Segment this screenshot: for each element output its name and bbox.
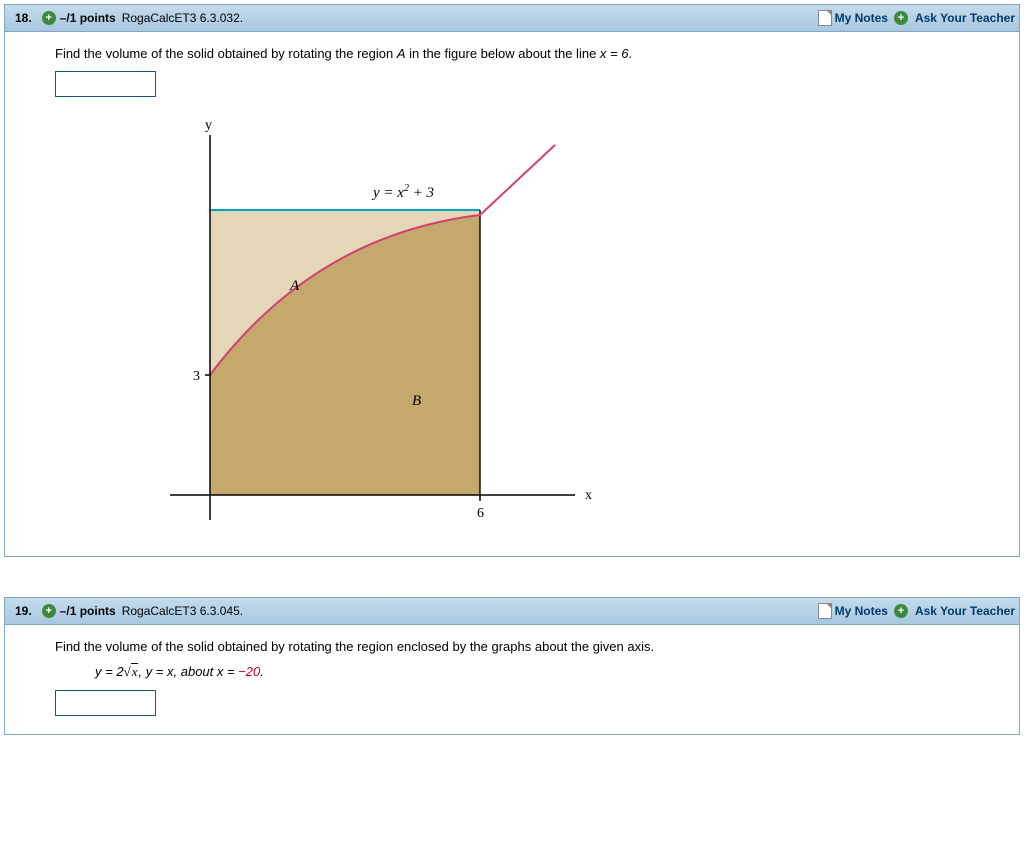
- reference-label: RogaCalcET3 6.3.045.: [122, 604, 243, 618]
- plus-icon: +: [894, 11, 908, 25]
- answer-input[interactable]: [55, 71, 156, 97]
- notes-icon: [818, 10, 832, 26]
- plus-icon[interactable]: +: [42, 11, 56, 25]
- problem-header: 19. + –/1 points RogaCalcET3 6.3.045. My…: [5, 598, 1019, 625]
- region-a-label: A: [289, 278, 300, 294]
- plus-icon: +: [894, 604, 908, 618]
- my-notes-button[interactable]: My Notes: [818, 603, 888, 619]
- header-actions: My Notes + Ask Your Teacher: [818, 603, 1015, 619]
- period: .: [260, 664, 264, 679]
- x-axis-label: x: [585, 488, 592, 503]
- axis-value: −20: [238, 664, 260, 679]
- problem-19: 19. + –/1 points RogaCalcET3 6.3.045. My…: [4, 597, 1020, 735]
- points-label: –/1 points: [60, 604, 116, 618]
- problem-prompt: Find the volume of the solid obtained by…: [55, 639, 969, 654]
- plus-icon[interactable]: +: [42, 604, 56, 618]
- ask-teacher-button[interactable]: + Ask Your Teacher: [894, 604, 1015, 618]
- notes-icon: [818, 603, 832, 619]
- points-label: –/1 points: [60, 11, 116, 25]
- curves-prefix: y = 2: [95, 664, 124, 679]
- y-tick-label: 3: [193, 369, 200, 384]
- problem-number: 19.: [15, 604, 32, 618]
- answer-input[interactable]: [55, 690, 156, 716]
- header-actions: My Notes + Ask Your Teacher: [818, 10, 1015, 26]
- problem-number: 18.: [15, 11, 32, 25]
- y-axis-label: y: [205, 118, 212, 133]
- my-notes-label: My Notes: [835, 604, 888, 618]
- curve-equation-label: y = x2 + 3: [371, 183, 434, 201]
- line-eq: x = 6: [600, 46, 629, 61]
- x-tick-label: 6: [477, 506, 484, 521]
- problem-header: 18. + –/1 points RogaCalcET3 6.3.032. My…: [5, 5, 1019, 32]
- my-notes-button[interactable]: My Notes: [818, 10, 888, 26]
- ask-teacher-label: Ask Your Teacher: [915, 11, 1015, 25]
- ask-teacher-button[interactable]: + Ask Your Teacher: [894, 11, 1015, 25]
- curves-mid: , y = x, about x =: [138, 664, 238, 679]
- ask-teacher-label: Ask Your Teacher: [915, 604, 1015, 618]
- problem-body: Find the volume of the solid obtained by…: [5, 625, 1019, 734]
- curves-line: y = 2√x, y = x, about x = −20.: [95, 664, 969, 680]
- problem-body: Find the volume of the solid obtained by…: [5, 32, 1019, 556]
- radicand: x: [131, 663, 139, 679]
- region-label: A: [397, 46, 406, 61]
- prompt-after: in the figure below about the line: [406, 46, 600, 61]
- figure-svg: 3 6 y x y = x2 + 3 A B: [155, 115, 635, 535]
- region-b-label: B: [412, 393, 421, 409]
- problem-prompt: Find the volume of the solid obtained by…: [55, 46, 969, 61]
- prompt-before: Find the volume of the solid obtained by…: [55, 46, 397, 61]
- figure: 3 6 y x y = x2 + 3 A B: [155, 115, 969, 538]
- period: .: [628, 46, 632, 61]
- reference-label: RogaCalcET3 6.3.032.: [122, 11, 243, 25]
- problem-18: 18. + –/1 points RogaCalcET3 6.3.032. My…: [4, 4, 1020, 557]
- my-notes-label: My Notes: [835, 11, 888, 25]
